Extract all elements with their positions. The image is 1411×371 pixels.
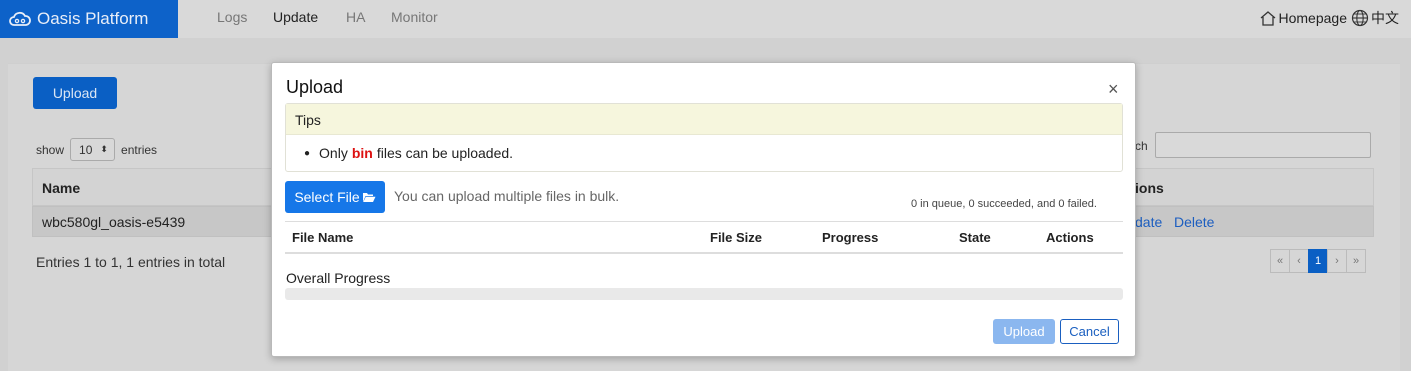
pagination: « ‹ 1 › »: [1270, 249, 1366, 273]
page-size-select[interactable]: 10 ⬍: [70, 138, 116, 161]
globe-icon: [1351, 9, 1369, 27]
column-progress: Progress: [822, 230, 879, 245]
upload-modal: Upload × Tips ● Only bin files can be up…: [271, 62, 1136, 357]
homepage-label: Homepage: [1278, 10, 1348, 26]
tips-heading: Tips: [286, 104, 1122, 135]
folder-open-icon: [362, 193, 376, 202]
bulk-upload-hint: You can upload multiple files in bulk.: [394, 188, 620, 204]
bullet-icon: ●: [304, 147, 311, 159]
tips-panel: Tips ● Only bin files can be uploaded.: [285, 103, 1123, 172]
nav-monitor[interactable]: Monitor: [391, 9, 438, 25]
select-file-label: Select File: [294, 189, 360, 205]
overall-progress-label: Overall Progress: [286, 270, 391, 286]
nav-update[interactable]: Update: [273, 9, 318, 25]
row-name: wbc580gl_oasis-e5439: [42, 214, 186, 230]
column-actions: ions: [1135, 180, 1164, 196]
brand-name: Oasis Platform: [37, 9, 149, 28]
page-size-control: show 10 ⬍ entries: [36, 138, 157, 161]
search-input[interactable]: [1155, 132, 1371, 158]
column-state: State: [959, 230, 991, 245]
page-1-button[interactable]: 1: [1308, 249, 1328, 273]
column-actions: Actions: [1046, 230, 1094, 245]
delete-link[interactable]: Delete: [1174, 214, 1214, 230]
last-page-button[interactable]: »: [1346, 249, 1366, 273]
select-file-button[interactable]: Select File: [285, 181, 385, 213]
tips-text-before: Only: [319, 145, 348, 161]
tips-highlight: bin: [351, 145, 373, 161]
first-page-button[interactable]: «: [1270, 249, 1290, 273]
update-link[interactable]: date: [1135, 214, 1162, 230]
top-navbar: Oasis Platform Logs Update HA Monitor Ho…: [0, 0, 1411, 38]
home-icon: [1260, 10, 1275, 26]
page-upload-button[interactable]: Upload: [33, 77, 117, 109]
show-label: show: [36, 142, 65, 157]
tips-text-after: files can be uploaded.: [376, 145, 514, 161]
page-size-value: 10: [79, 142, 93, 157]
cancel-button[interactable]: Cancel: [1060, 319, 1119, 344]
close-icon[interactable]: ×: [1108, 79, 1119, 100]
language-switch[interactable]: 中文: [1351, 8, 1399, 28]
prev-page-button[interactable]: ‹: [1289, 249, 1309, 273]
nav-ha[interactable]: HA: [346, 9, 365, 25]
homepage-link[interactable]: Homepage: [1259, 10, 1348, 27]
select-arrows-icon: ⬍: [100, 144, 108, 154]
tips-item: ● Only bin files can be uploaded.: [286, 135, 1122, 161]
column-file-name: File Name: [292, 230, 354, 245]
file-table-header: [285, 221, 1123, 254]
modal-title: Upload: [286, 77, 344, 97]
column-name: Name: [42, 180, 81, 196]
modal-upload-button[interactable]: Upload: [993, 319, 1055, 344]
queue-status: 0 in queue, 0 succeeded, and 0 failed.: [911, 198, 1097, 210]
entries-label: entries: [121, 142, 158, 157]
brand[interactable]: Oasis Platform: [0, 0, 178, 38]
language-label: 中文: [1371, 10, 1399, 26]
search-label: ch: [1135, 139, 1148, 153]
nav-logs[interactable]: Logs: [217, 9, 247, 25]
overall-progress-bar: [285, 288, 1123, 300]
next-page-button[interactable]: ›: [1327, 249, 1347, 273]
entries-summary: Entries 1 to 1, 1 entries in total: [36, 254, 226, 270]
column-file-size: File Size: [710, 230, 763, 245]
cloud-icon: [9, 11, 31, 26]
